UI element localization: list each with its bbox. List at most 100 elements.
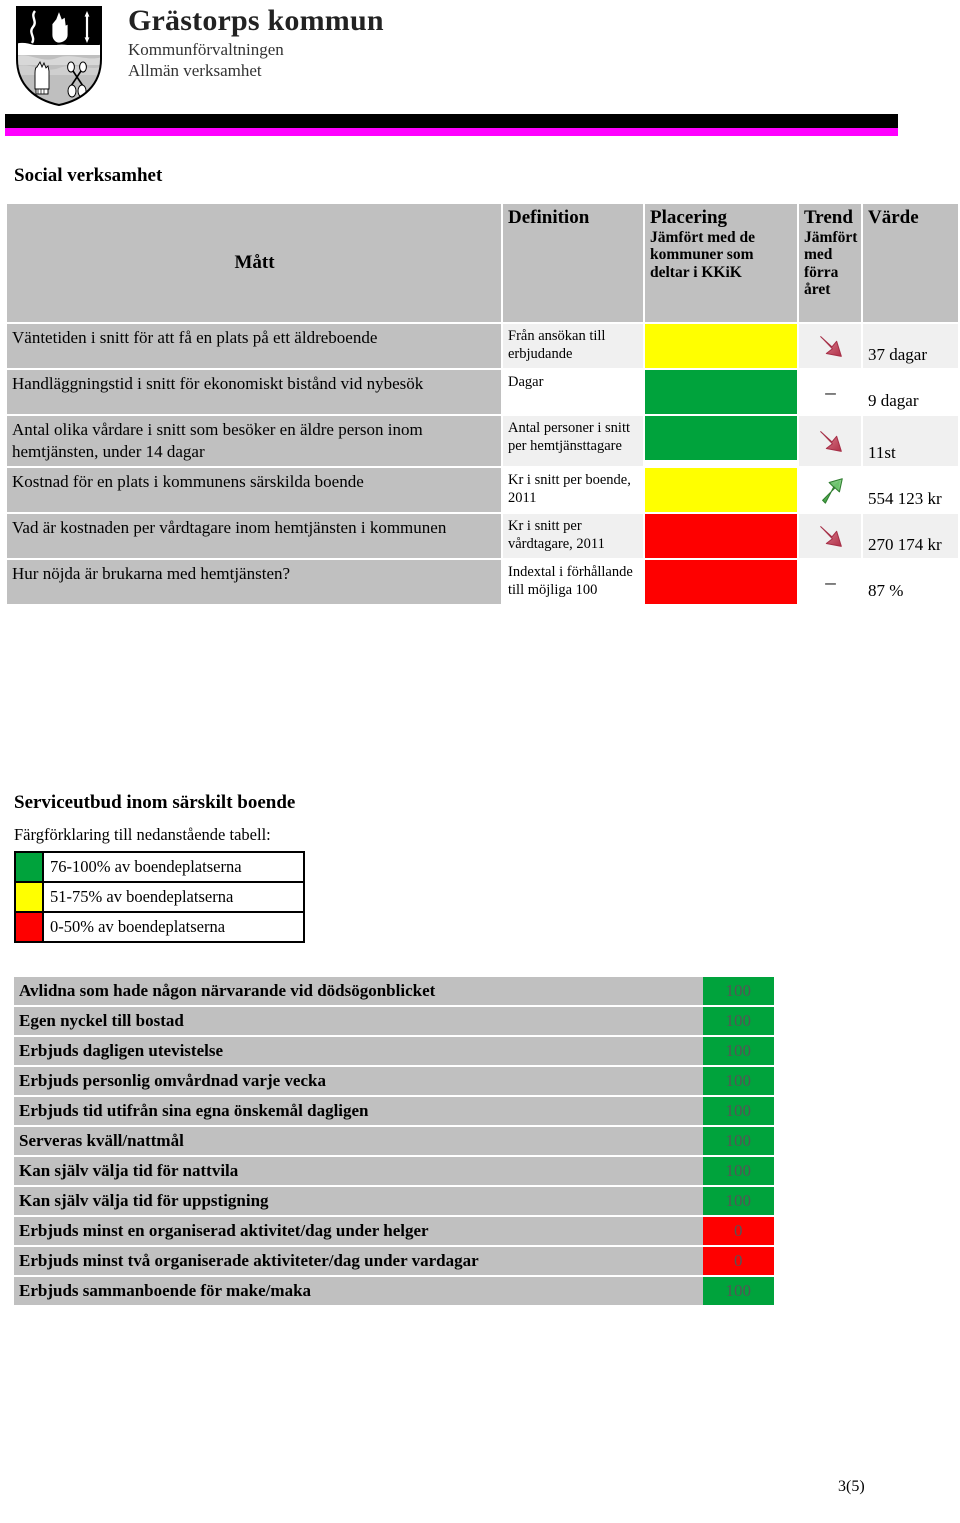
service-name: Erbjuds minst två organiserade aktivitet…: [14, 1247, 703, 1275]
service-name: Egen nyckel till bostad: [14, 1007, 703, 1035]
trend-cell: –: [799, 560, 861, 605]
service-value: 100: [702, 1097, 774, 1125]
service-row: Erbjuds tid utifrån sina egna önskemål d…: [14, 1097, 774, 1125]
measure-definition-cell: Antal personer i snitt per hemtjänsttaga…: [503, 416, 643, 467]
measure-name-cell: Kostnad för en plats i kommunens särskil…: [7, 468, 501, 513]
service-value: 100: [702, 1187, 774, 1215]
table-row: Hur nöjda är brukarna med hemtjänsten? In…: [7, 560, 958, 605]
trend-up-icon: [821, 478, 843, 504]
placering-color-cell: [645, 514, 797, 559]
measure-definition-cell: Från ansökan till erbjudande: [503, 324, 643, 368]
measure-name-cell: Handläggningstid i snitt för ekonomiskt …: [7, 370, 501, 414]
column-header-definition: Definition: [503, 204, 643, 322]
color-legend-body: 76-100% av boendeplatserna 51-75% av boen…: [14, 851, 305, 943]
trend-down-icon: [819, 336, 842, 357]
placering-color-cell: [645, 468, 797, 513]
table-row: Antal olika vårdare i snitt som besöker …: [7, 416, 958, 467]
placering-color-cell: [645, 324, 797, 368]
trend-cell: [799, 416, 861, 467]
page-header: Grästorps kommun Kommunförvaltningen All…: [0, 0, 960, 136]
measure-definition-cell: Dagar: [503, 370, 643, 414]
service-name: Erbjuds minst en organiserad aktivitet/d…: [14, 1217, 703, 1245]
trend-cell: –: [799, 370, 861, 414]
column-header-varde-label: Värde: [868, 207, 919, 228]
measure-definition-cell: Indextal i förhållande till möjliga 100: [503, 560, 643, 605]
legend-color-swatch: [14, 911, 44, 943]
legend-color-swatch: [14, 851, 44, 883]
trend-flat-icon: –: [825, 380, 836, 404]
page-number: 3(5): [838, 1478, 865, 1495]
org-name: Grästorps kommun: [128, 4, 384, 37]
column-header-trend-sublabel: Jämfört med förra året: [804, 228, 858, 299]
coat-of-arms-icon: [13, 5, 105, 107]
service-row: Kan själv välja tid för uppstigning 100: [14, 1187, 774, 1215]
organization-block: Grästorps kommun Kommunförvaltningen All…: [128, 4, 384, 82]
service-row: Erbjuds minst två organiserade aktivitet…: [14, 1247, 774, 1275]
legend-row: 0-50% av boendeplatserna: [14, 911, 305, 943]
table-row: Kostnad för en plats i kommunens särskil…: [7, 468, 958, 513]
legend-color-swatch: [14, 881, 44, 913]
service-row: Serveras kväll/nattmål 100: [14, 1127, 774, 1155]
table-row: Handläggningstid i snitt för ekonomiskt …: [7, 370, 958, 414]
kkik-table-body: Väntetiden i snitt för att få en plats p…: [7, 324, 958, 605]
measure-definition-cell: Kr i snitt per vårdtagare, 2011: [503, 514, 643, 559]
service-row: Avlidna som hade någon närvarande vid dö…: [14, 977, 774, 1005]
legend-row: 51-75% av boendeplatserna: [14, 881, 305, 913]
service-value: 100: [702, 1067, 774, 1095]
social-section-heading-wrap: Social verksamhet: [14, 165, 162, 187]
trend-cell: [799, 468, 861, 513]
service-value: 100: [702, 1007, 774, 1035]
service-row: Erbjuds minst en organiserad aktivitet/d…: [14, 1217, 774, 1245]
service-row: Erbjuds personlig omvårdnad varje vecka 1…: [14, 1067, 774, 1095]
service-row: Erbjuds dagligen utevistelse 100: [14, 1037, 774, 1065]
placering-color-cell: [645, 560, 797, 605]
column-header-varde: Värde: [863, 204, 958, 322]
service-offering-body: Avlidna som hade någon närvarande vid dö…: [14, 977, 774, 1305]
trend-down-icon: [819, 526, 842, 548]
service-section-heading-wrap: Serviceutbud inom särskilt boende: [14, 792, 295, 814]
org-unit: Allmän verksamhet: [128, 61, 262, 81]
color-legend-table: 76-100% av boendeplatserna 51-75% av boen…: [14, 851, 305, 943]
measure-name-cell: Hur nöjda är brukarna med hemtjänsten?: [7, 560, 501, 605]
column-header-trend-label: Trend: [804, 207, 853, 228]
legend-row: 76-100% av boendeplatserna: [14, 851, 305, 883]
measure-name-cell: Vad är kostnaden per vårdtagare inom hem…: [7, 514, 501, 559]
value-cell: 87 %: [863, 560, 958, 605]
value-cell: 37 dagar: [863, 324, 958, 368]
service-section-title: Serviceutbud inom särskilt boende: [14, 792, 296, 813]
kkik-measures-table: Mått Definition Placering Jämfört med de…: [5, 202, 960, 606]
service-name: Avlidna som hade någon närvarande vid dö…: [14, 977, 703, 1005]
trend-cell: [799, 514, 861, 559]
trend-cell: [799, 324, 861, 368]
column-header-placering: Placering Jämfört med de kommuner som de…: [645, 204, 797, 322]
legend-label: 0-50% av boendeplatserna: [42, 911, 305, 943]
placering-color-swatch: [645, 370, 797, 414]
placering-color-swatch: [645, 324, 797, 368]
service-name: Erbjuds dagligen utevistelse: [14, 1037, 703, 1065]
service-row: Kan själv välja tid för nattvila 100: [14, 1157, 774, 1185]
org-department: Kommunförvaltningen: [128, 39, 284, 59]
placering-color-swatch: [645, 416, 797, 460]
service-name: Kan själv välja tid för nattvila: [14, 1157, 703, 1185]
trend-flat-icon: –: [825, 570, 836, 595]
column-header-placering-sublabel: Jämfört med de kommuner som deltar i KKi…: [650, 228, 756, 281]
service-value: 0: [702, 1247, 774, 1275]
service-row: Egen nyckel till bostad 100: [14, 1007, 774, 1035]
value-cell: 554 123 kr: [863, 468, 958, 513]
placering-color-swatch: [645, 468, 797, 513]
service-name: Serveras kväll/nattmål: [14, 1127, 703, 1155]
value-cell: 11st: [863, 416, 958, 467]
service-row: Erbjuds sammanboende för make/maka 100: [14, 1277, 774, 1305]
service-name: Erbjuds tid utifrån sina egna önskemål d…: [14, 1097, 703, 1125]
table-row: Väntetiden i snitt för att få en plats p…: [7, 324, 958, 368]
service-name: Erbjuds sammanboende för make/maka: [14, 1277, 703, 1305]
table-row: Vad är kostnaden per vårdtagare inom hem…: [7, 514, 958, 559]
service-name: Erbjuds personlig omvårdnad varje vecka: [14, 1067, 703, 1095]
value-cell: 270 174 kr: [863, 514, 958, 559]
value-cell: 9 dagar: [863, 370, 958, 414]
placering-color-cell: [645, 416, 797, 466]
placering-color-swatch: [645, 514, 797, 559]
service-value: 0: [702, 1217, 774, 1245]
service-value: 100: [702, 1127, 774, 1155]
service-offering-table: Avlidna som hade någon närvarande vid dö…: [14, 975, 774, 1307]
